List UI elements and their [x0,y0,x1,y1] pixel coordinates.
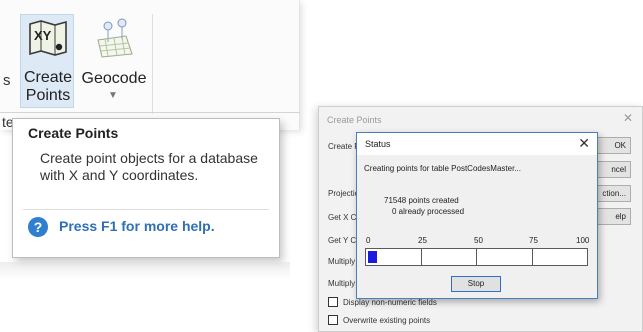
create-points-button[interactable]: XY Create Points [20,14,74,108]
status-titlebar: Status ✕ [357,133,597,155]
tooltip-description: Create point objects for a database with… [40,150,258,183]
reflection-strip [0,262,290,280]
progress-segment-divider [421,249,422,265]
geocode-label: Geocode [81,70,147,87]
status-title: Status [365,139,391,149]
xy-map-icon: XY [29,20,67,56]
close-icon[interactable]: ✕ [623,111,633,125]
status-dialog: Status ✕ Creating points for table PostC… [356,132,598,299]
progress-tick-100: 100 [576,236,590,245]
create-label: Create P [328,142,360,151]
overwrite-existing-label: Overwrite existing points [343,316,431,325]
xy-icon-text: XY [34,28,52,43]
create-points-label-1: Create [23,69,73,86]
already-processed-count: 0 already processed [392,207,465,216]
chevron-down-icon: ▼ [108,90,118,101]
create-points-label-2: Points [25,87,71,104]
progress-segment-divider [532,249,533,265]
multiply-label-2: Multiply [328,279,356,288]
help-icon: ? [28,217,48,237]
progress-segment-divider [476,249,477,265]
points-created-count: 71548 points created [384,196,459,205]
progress-tick-25: 25 [418,236,427,245]
progress-tick-75: 75 [529,236,538,245]
multiply-label-1: Multiply [328,257,356,266]
progress-tick-0: 0 [366,236,371,245]
tooltip-divider [23,209,269,210]
display-non-numeric-checkbox[interactable] [328,297,338,307]
stop-button[interactable]: Stop [451,276,501,292]
projection-label: Projectio [328,189,360,198]
create-points-dialog-title: Create Points [327,115,382,125]
ok-button[interactable]: OK [593,137,631,154]
progress-tick-50: 50 [474,236,483,245]
create-points-tooltip: Create Points Create point objects for a… [12,118,280,258]
geocode-button[interactable]: Geocode ▼ [80,14,148,108]
tooltip-title: Create Points [28,125,119,141]
help-button[interactable]: elp [593,208,631,225]
progress-bar [365,248,588,266]
status-message: Creating points for table PostCodesMaste… [364,164,521,173]
cancel-button[interactable]: ncel [593,161,631,178]
ribbon-bottom-border [0,112,300,113]
geocode-icon [97,18,133,58]
ribbon-panel: s te XY Create Points Geocode ▼ [0,0,300,130]
ribbon-partial-label: s [3,72,11,89]
display-non-numeric-label: Display non-numeric fields [343,298,437,307]
close-icon[interactable]: ✕ [578,135,590,152]
overwrite-existing-checkbox[interactable] [328,315,338,325]
ribbon-separator [152,14,153,114]
tooltip-help-text: Press F1 for more help. [59,218,215,234]
progress-fill [368,251,377,263]
projection-button[interactable]: ction... [593,185,631,202]
